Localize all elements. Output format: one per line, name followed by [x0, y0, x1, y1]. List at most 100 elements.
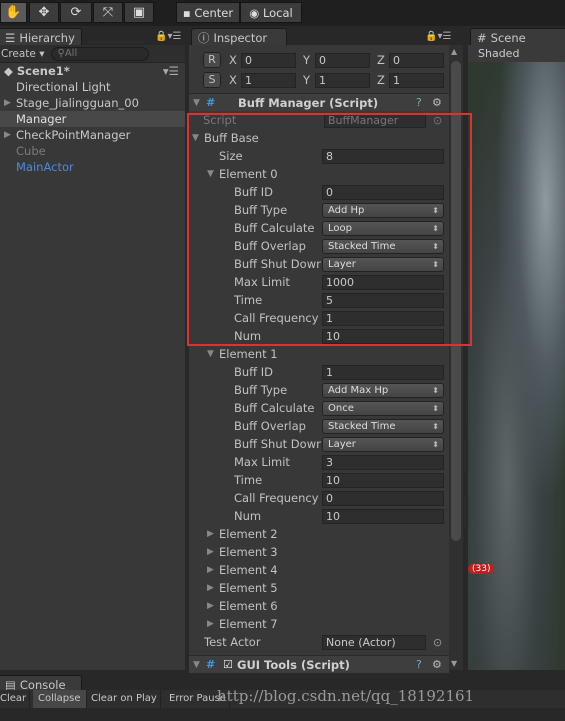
scene-root[interactable]: ◆ Scene1* ▾☰ [0, 63, 185, 79]
rotate-tool-button[interactable]: ⟳ [60, 2, 92, 23]
hand-tool-button[interactable]: ✋ [0, 2, 27, 23]
foldout-arrow-icon[interactable]: ▼ [193, 660, 205, 670]
console-toolbar: Clear Collapse Clear on Play Error Pause… [0, 687, 565, 708]
expand-arrow-icon[interactable]: ▶ [4, 130, 16, 140]
property-row: Num 10 [189, 507, 449, 525]
hierarchy-panel: Create ▾ ⚲All ◆ Scene1* ▾☰ Directional Li… [0, 45, 185, 670]
foldout-arrow-icon[interactable]: ▶ [207, 601, 219, 611]
element-label[interactable]: Element 7 [219, 617, 278, 631]
s-button[interactable]: S [203, 72, 221, 88]
property-dropdown[interactable]: Add Max Hp [322, 382, 444, 398]
clear-on-play-button[interactable]: Clear on Play [88, 690, 161, 708]
property-dropdown[interactable]: Once [322, 400, 444, 416]
help-icon[interactable]: ? [416, 658, 422, 671]
shading-mode-dropdown[interactable]: Shaded [468, 45, 565, 62]
foldout-arrow-icon[interactable]: ▶ [207, 583, 219, 593]
property-field[interactable]: 0 [322, 490, 444, 506]
test-actor-row: Test Actor None (Actor) ⊙ [189, 633, 449, 651]
lock-menu-icon[interactable]: 🔒▾☰ [155, 31, 181, 42]
x-field[interactable]: 1 [241, 72, 296, 88]
tab-hierarchy[interactable]: ☰ Hierarchy [0, 28, 82, 46]
search-input[interactable]: ⚲All [50, 46, 149, 61]
property-row: Buff Shut Dowr Layer [189, 435, 449, 453]
component-title: GUI Tools (Script) [237, 657, 350, 672]
csharp-script-icon: # [206, 96, 216, 109]
element-label[interactable]: Element 6 [219, 599, 278, 613]
element-label[interactable]: Element 4 [219, 563, 278, 577]
r-button[interactable]: R [203, 52, 221, 68]
tab-scene[interactable]: # Scene [470, 28, 565, 46]
property-field[interactable]: 10 [322, 508, 444, 524]
element-label[interactable]: Element 1 [219, 347, 278, 361]
highlight-box [187, 113, 472, 346]
foldout-arrow-icon[interactable]: ▶ [207, 619, 219, 629]
foldout-arrow-icon[interactable]: ▶ [207, 529, 219, 539]
hierarchy-item[interactable]: ▶ Stage_Jialingguan_00 [0, 95, 185, 111]
clear-button[interactable]: Clear [0, 690, 31, 708]
axis-label-x: X [229, 73, 237, 87]
axis-label-z: Z [377, 73, 385, 87]
element-foldout: ▶ Element 3 [189, 543, 449, 561]
z-field[interactable]: 0 [389, 52, 444, 68]
property-row: Buff Overlap Stacked Time [189, 417, 449, 435]
y-field[interactable]: 1 [315, 72, 370, 88]
scene-view[interactable]: Shaded (33) [468, 45, 565, 670]
gear-icon[interactable]: ⚙ [432, 96, 442, 109]
create-dropdown[interactable]: Create ▾ [1, 48, 45, 60]
element-label[interactable]: Element 3 [219, 545, 278, 559]
property-label: Buff Shut Dowr [234, 437, 321, 451]
element-foldout: ▼ Element 1 [189, 345, 449, 363]
pivot-label: Center [194, 5, 234, 20]
x-field[interactable]: 0 [241, 52, 296, 68]
enabled-checkbox[interactable]: ☑ [223, 658, 233, 671]
hierarchy-item[interactable]: MainActor [0, 159, 185, 175]
tab-label: Hierarchy [19, 30, 75, 45]
foldout-arrow-icon[interactable]: ▶ [207, 565, 219, 575]
move-tool-button[interactable]: ✥ [29, 2, 59, 23]
hierarchy-item[interactable]: Cube [0, 143, 185, 159]
grid-icon: # [477, 30, 487, 45]
property-field[interactable]: 3 [322, 454, 444, 470]
scene-badge: (33) [468, 564, 495, 574]
z-field[interactable]: 1 [389, 72, 444, 88]
axis-label-y: Y [303, 73, 311, 87]
hierarchy-item[interactable]: ▶ CheckPointManager [0, 127, 185, 143]
property-label: Max Limit [234, 455, 290, 469]
tab-inspector[interactable]: ⓘ Inspector [191, 28, 287, 46]
scene-name: Scene1* [16, 64, 70, 78]
property-dropdown[interactable]: Stacked Time [322, 418, 444, 434]
lock-menu-icon[interactable]: 🔒▾☰ [425, 31, 451, 42]
element-foldout: ▶ Element 7 [189, 615, 449, 633]
element-label[interactable]: Element 5 [219, 581, 278, 595]
unity-icon: ◆ [4, 64, 13, 78]
hierarchy-item-label: Manager [16, 112, 67, 126]
y-field[interactable]: 0 [315, 52, 370, 68]
hierarchy-item[interactable]: Directional Light [0, 79, 185, 95]
test-actor-field[interactable]: None (Actor) [322, 634, 426, 650]
property-field[interactable]: 10 [322, 472, 444, 488]
collapse-button[interactable]: Collapse [33, 690, 87, 708]
property-field[interactable]: 1 [322, 364, 444, 380]
hierarchy-item-label: MainActor [16, 160, 74, 174]
scale-tool-button[interactable]: ⤧ [93, 2, 123, 23]
object-picker-icon[interactable]: ⊙ [433, 636, 442, 649]
element-foldout: ▶ Element 5 [189, 579, 449, 597]
space-local-button[interactable]: ◉ Local [240, 2, 302, 23]
hierarchy-item[interactable]: Manager [0, 111, 185, 127]
expand-arrow-icon[interactable]: ▶ [4, 98, 16, 108]
info-icon: ⓘ [198, 30, 210, 45]
help-icon[interactable]: ? [416, 96, 422, 109]
component-header: ▼ # ☑ GUI Tools (Script)? ⚙ [189, 655, 449, 673]
tab-label: Inspector [213, 30, 268, 45]
property-dropdown[interactable]: Layer [322, 436, 444, 452]
rect-tool-button[interactable]: ▣ [124, 2, 154, 23]
property-label: Buff Calculate [234, 401, 315, 415]
foldout-arrow-icon[interactable]: ▶ [207, 547, 219, 557]
pivot-center-button[interactable]: ▪ Center [176, 2, 240, 23]
foldout-arrow-icon[interactable]: ▼ [193, 98, 205, 108]
element-label[interactable]: Element 2 [219, 527, 278, 541]
scene-menu-icon[interactable]: ▾☰ [163, 64, 179, 78]
property-label: Buff Overlap [234, 419, 306, 433]
gear-icon[interactable]: ⚙ [432, 658, 442, 671]
foldout-arrow-icon[interactable]: ▼ [207, 349, 219, 359]
